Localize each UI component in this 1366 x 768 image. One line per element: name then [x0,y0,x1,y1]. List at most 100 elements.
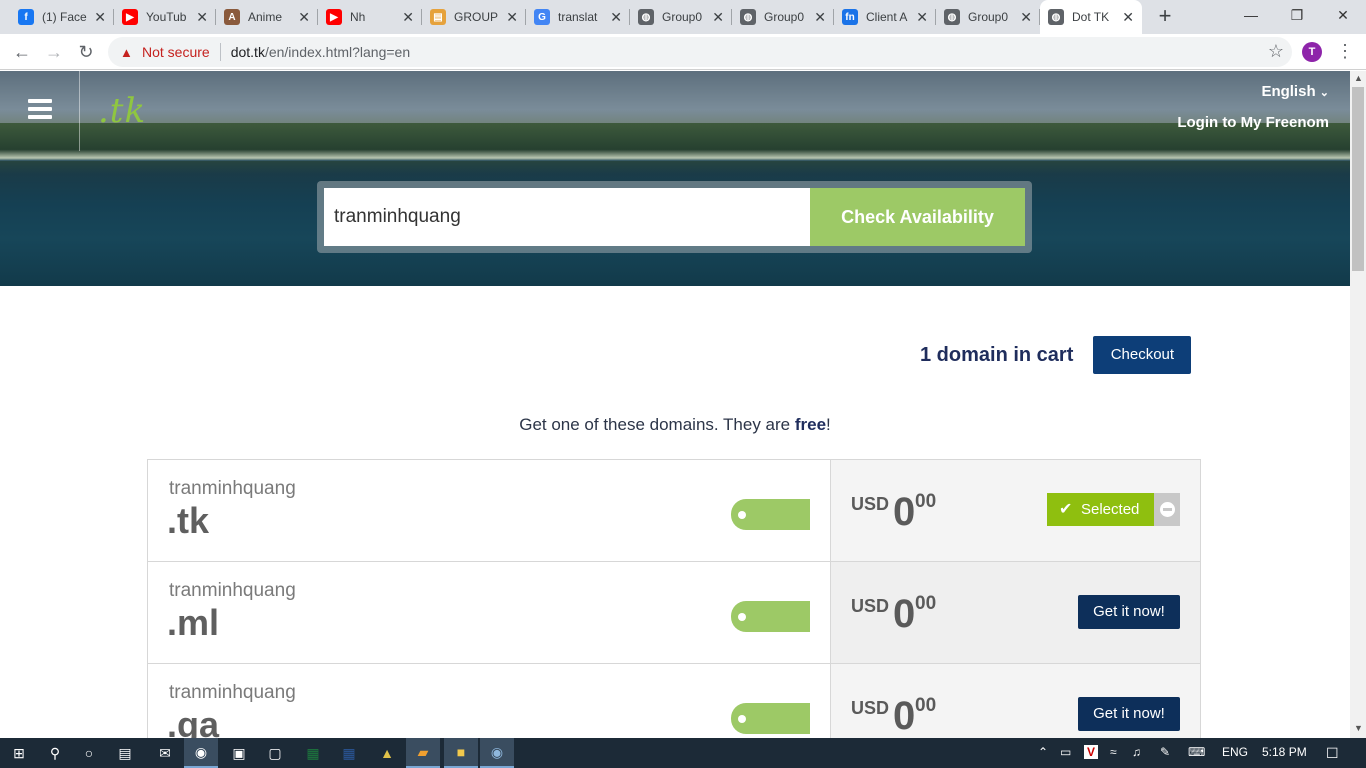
tab-close-icon[interactable]: ✕ [916,9,928,26]
scroll-down-icon[interactable]: ▼ [1354,723,1363,733]
cortana-icon[interactable]: ○ [72,738,106,768]
browser-tab[interactable]: ◍ Group0 ✕ [732,0,834,34]
notepad-icon[interactable]: ▢ [258,738,292,768]
tab-close-icon[interactable]: ✕ [814,9,826,26]
hamburger-menu-icon[interactable] [28,99,52,119]
dot-tk-logo[interactable]: .tk [98,91,146,131]
mail-icon[interactable]: ✉ [148,738,182,768]
keyboard-icon[interactable]: ⌨ [1188,745,1205,759]
checkout-button[interactable]: Checkout [1093,336,1192,374]
reload-icon[interactable]: ↻ [74,40,98,64]
excel-icon[interactable]: ▦ [296,738,330,768]
price-cents: 00 [915,695,937,716]
paint-app-icon[interactable]: ◉ [480,738,514,768]
file-explorer-icon[interactable]: ■ [444,738,478,768]
paint-icon[interactable]: ▲ [370,738,404,768]
browser-tab[interactable]: ◍ Group0 ✕ [936,0,1040,34]
browser-tab[interactable]: ▶ Nh ✕ [318,0,422,34]
domain-search-input[interactable] [324,188,810,246]
close-window-button[interactable]: ✕ [1320,0,1366,30]
tab-close-icon[interactable]: ✕ [506,9,518,26]
battery-icon[interactable]: ▭ [1060,745,1071,759]
tab-label: (1) Face [42,10,87,24]
bookmark-star-icon[interactable]: ☆ [1268,41,1284,62]
browser-tab[interactable]: ◍ Dot TK ✕ [1040,0,1142,34]
volume-icon[interactable]: ♫ [1132,745,1141,759]
tab-close-icon[interactable]: ✕ [402,9,414,26]
antivirus-icon[interactable]: V [1084,745,1099,759]
word-icon[interactable]: ▦ [332,738,366,768]
task-view-icon[interactable]: ▤ [108,738,142,768]
domain-sld: tranminhquang [169,682,296,703]
check-availability-button[interactable]: Check Availability [810,188,1025,246]
browser-tab[interactable]: ▤ GROUP ✕ [422,0,526,34]
scroll-up-icon[interactable]: ▲ [1354,73,1363,83]
search-icon[interactable]: ⚲ [38,738,72,768]
scrollbar-thumb[interactable] [1352,87,1364,271]
header-divider [79,71,80,151]
badge-dot [738,612,746,621]
forward-icon[interactable]: → [42,40,66,64]
restore-button[interactable]: ❐ [1274,0,1320,30]
selected-button[interactable]: ✔ Selected [1047,493,1154,526]
browser-tab[interactable]: f (1) Face ✕ [10,0,114,34]
sublime-icon[interactable]: ▰ [406,738,440,768]
price-currency: USD [851,596,890,616]
wifi-icon[interactable]: ≈ [1110,745,1117,759]
tab-close-icon[interactable]: ✕ [712,9,724,26]
free-badge: FREE [731,601,810,660]
badge-dot [738,714,746,723]
domain-result-row: tranminhquang .tk FREE USD 0 00 ✔ Selected [148,460,1200,562]
chrome-taskbar-icon[interactable]: ◉ [184,738,218,768]
minus-bar [1163,508,1172,511]
tab-label: GROUP [454,10,499,24]
anime-site-icon: A [224,9,240,25]
browser-menu-icon[interactable]: ⋮ [1336,41,1354,62]
tray-expand-icon[interactable]: ⌃ [1038,745,1048,759]
folder-icon: ▤ [430,9,446,25]
price-integer: 0 [893,490,916,534]
remove-from-cart-button[interactable] [1154,493,1180,526]
domain-result-row: tranminhquang .ml FREE USD 0 00 Get it now! [148,562,1200,664]
tab-close-icon[interactable]: ✕ [610,9,622,26]
domain-tld: .tk [167,500,210,541]
page-scrollbar[interactable]: ▲ ▼ [1350,71,1366,738]
tab-close-icon[interactable]: ✕ [1020,9,1032,26]
island-background [0,123,1350,161]
free-label: FREE [735,533,794,558]
url-path: /en/index.html?lang=en [264,44,411,60]
tab-close-icon[interactable]: ✕ [196,9,208,26]
browser-tab[interactable]: Gtranslat ✕ [526,0,630,34]
tab-close-icon[interactable]: ✕ [298,9,310,26]
new-tab-button[interactable]: + [1152,4,1178,30]
profile-avatar[interactable]: T [1302,42,1322,62]
get-it-now-button[interactable]: Get it now! [1078,595,1180,629]
tab-label: Group0 [662,10,703,24]
url-field[interactable]: ▲ Not secure dot.tk/en/index.html?lang=e… [108,37,1292,67]
youtube-icon: ▶ [326,9,342,25]
input-language[interactable]: ENG [1222,745,1248,759]
browser-tab[interactable]: ▶ YouTub ✕ [114,0,216,34]
windows-start-icon[interactable]: ⊞ [2,738,36,768]
browser-tab[interactable]: fn Client A ✕ [834,0,936,34]
windows-taskbar: ⊞ ⚲ ○ ▤ ✉ ◉ ▣ ▢ ▦ ▦ ▲ ▰ ■ ◉ ⌃ ▭ V ≈ ♫ ✎ … [0,738,1366,768]
get-it-now-button[interactable]: Get it now! [1078,697,1180,731]
clock[interactable]: 5:18 PM [1262,745,1307,759]
notifications-icon[interactable]: ☐ [1326,745,1339,762]
tab-close-icon[interactable]: ✕ [1122,9,1134,26]
domain-price-cell: USD 0 00 ✔ Selected [831,460,1200,561]
browser-tab[interactable]: ◍ Group0 ✕ [630,0,732,34]
free-label: FREE [735,635,794,660]
tab-label: Dot TK [1072,10,1110,24]
minimize-button[interactable]: — [1228,0,1274,30]
store-icon[interactable]: ▣ [222,738,256,768]
browser-tab[interactable]: A Anime ✕ [216,0,318,34]
language-selector[interactable]: English ⌄ [1261,83,1329,100]
back-icon[interactable]: ← [10,40,34,64]
login-link[interactable]: Login to My Freenom [1177,114,1329,131]
tab-close-icon[interactable]: ✕ [94,9,106,26]
security-status[interactable]: Not secure [142,44,210,60]
pen-icon[interactable]: ✎ [1160,745,1170,759]
tab-label: Nh [350,10,366,24]
omnibox-separator [219,43,221,61]
